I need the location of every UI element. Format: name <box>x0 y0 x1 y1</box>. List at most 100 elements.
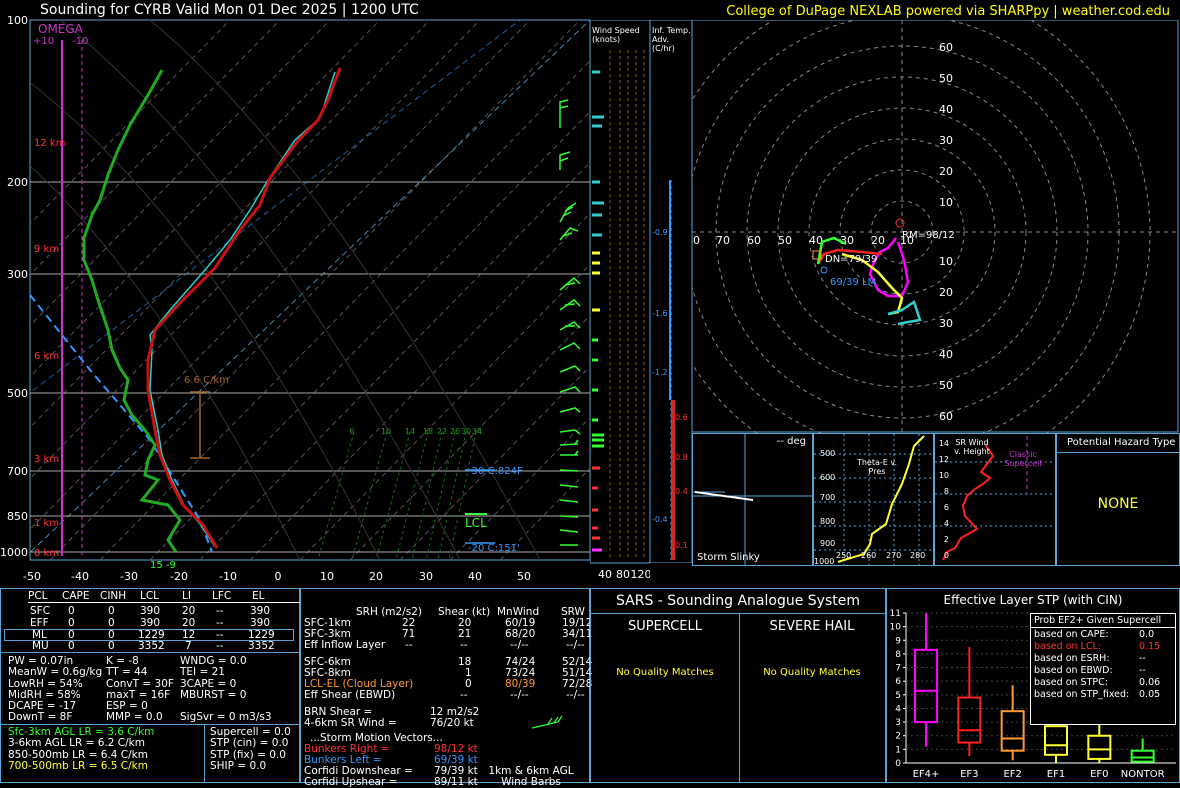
parcel-cell: 0 <box>108 605 115 617</box>
sr-wind-label: 4-6km SR Wind = <box>304 717 397 729</box>
kin-cell: --/-- <box>510 639 529 651</box>
mixing-ratio-label: 18 <box>423 427 433 436</box>
theta-y-tick: 600 <box>820 473 835 482</box>
sr-y-tick: 8 <box>944 487 949 496</box>
lapse-rate-item: 3-6km AGL LR = 6.2 C/km <box>8 737 145 750</box>
kin-cell: Eff Inflow Layer <box>304 639 386 651</box>
stp-category-label: NONTOR <box>1121 769 1165 780</box>
theta-e-label: Theta-E v. Pres <box>856 458 898 476</box>
stp-legend-value: 0.15 <box>1139 641 1161 652</box>
wind-speed-tick: 120 <box>631 568 651 581</box>
pressure-tick: 200 <box>7 176 28 189</box>
temp-tick: -40 <box>71 570 89 583</box>
stp-y-tick-label: 0 <box>895 759 901 769</box>
kin-cell: -- <box>460 689 468 701</box>
stp-box-body <box>1044 725 1068 756</box>
isobars <box>30 181 590 553</box>
theta-y-tick: 700 <box>820 493 835 502</box>
index-item: DownT = 8F <box>8 711 73 724</box>
sr-y-tick: 10 <box>939 471 949 480</box>
sr-y-tick: 12 <box>939 455 949 464</box>
parcel-cell: 20 <box>182 617 196 629</box>
parcel-header: LI <box>182 590 191 602</box>
stp-category-label: EF3 <box>960 769 978 780</box>
hodo-ring-label: 20 <box>871 234 885 247</box>
temp-tick: -30 <box>120 570 138 583</box>
temp-advection-panel: -0.9 -1.6 -1.2 0.6 0.8 0.4 -0.4 0.1 <box>650 20 692 563</box>
adv-label: 0.4 <box>675 487 688 496</box>
temp-tick: 40 <box>468 570 482 583</box>
parcel-cell: 0 <box>108 640 115 652</box>
height-label: 12 km <box>34 138 65 149</box>
composites: Supercell = 0.0 STP (cin) = 0.0 STP (fix… <box>210 726 291 772</box>
stp-legend-label: based on ESRH: <box>1034 653 1110 664</box>
hazard-value: NONE <box>1097 496 1139 512</box>
theta-x-tick: 270 <box>886 551 901 560</box>
index-item: TEI = 21 <box>180 666 225 679</box>
stp-box-body <box>1087 734 1112 760</box>
hodo-ring-label: 60 <box>939 41 953 54</box>
index-item: MMP = 0.0 <box>106 711 163 724</box>
parcel-header: CAPE <box>62 590 90 602</box>
parcel-cell: 3352 <box>138 640 165 652</box>
index-item: MeanW = 0.6g/kg <box>8 666 103 679</box>
parcel-cell: -- <box>216 605 224 617</box>
temp-tick: -50 <box>23 570 41 583</box>
stp-legend-label: based on LCL: <box>1034 641 1101 652</box>
theta-x-tick: 250 <box>836 551 851 560</box>
hodo-ring-label: 10 <box>939 255 953 268</box>
stp-category-label: EF4+ <box>913 769 940 780</box>
hodo-rm-label: RM=98/12 <box>902 230 955 241</box>
stp-y-tick-label: 4 <box>895 704 901 714</box>
hodo-ring-label: 20 <box>939 165 953 178</box>
height-label: 6 km <box>34 351 59 362</box>
index-item: TT = 44 <box>106 666 148 679</box>
temp-tick: 10 <box>320 570 334 583</box>
hodo-ring-label: 10 <box>939 196 953 209</box>
stp-category-label: EF1 <box>1047 769 1065 780</box>
mini-wind-barbs <box>531 715 563 729</box>
theta-y-tick: 1000 <box>814 557 834 566</box>
wind-speed-tick: 80 <box>616 568 630 581</box>
kin-cell: --/-- <box>510 689 529 701</box>
parcel-cell: 0 <box>68 605 75 617</box>
stp-legend-label: based on STPC: <box>1034 677 1108 688</box>
stp-y-tick-label: 3 <box>895 718 901 728</box>
height-label: 3 km <box>34 454 59 465</box>
parcel-cell: 3352 <box>248 640 275 652</box>
temp-tick: -20 <box>170 570 188 583</box>
indices-col1: PW = 0.07in MeanW = 0.6g/kg LowRH = 54% … <box>8 655 103 724</box>
sr-wind-label: SR Wind v. Height <box>954 438 990 456</box>
parcel-header: CINH <box>100 590 127 602</box>
stp-y-tick-label: 7 <box>895 664 901 674</box>
sars-supercell-title: SUPERCELL <box>628 619 702 634</box>
sars-hail-title: SEVERE HAIL <box>769 619 855 634</box>
hodo-ring-label: 50 <box>778 234 792 247</box>
theta-x-tick: 280 <box>910 551 925 560</box>
mixing-ratio-label: 10 <box>381 427 391 436</box>
parcel-cell: -- <box>216 617 224 629</box>
composite-item: STP (cin) = 0.0 <box>210 737 289 750</box>
temp-tick: -10 <box>219 570 237 583</box>
hodo-ring-label: 30 <box>840 234 854 247</box>
stp-y-tick-label: 5 <box>895 691 901 701</box>
kin-cell: --/-- <box>566 639 585 651</box>
pressure-tick: 500 <box>7 387 28 400</box>
parcel-cell: 0 <box>68 617 75 629</box>
sr-y-tick: 4 <box>944 519 949 528</box>
stp-legend-value: 0.05 <box>1139 689 1161 700</box>
mixing-ratio-label: 26 <box>450 427 460 436</box>
stp-box-ef4 <box>914 613 938 747</box>
pressure-tick: 700 <box>7 465 28 478</box>
omega-tick-pos: +10 <box>33 36 54 47</box>
dewpoint-trace <box>82 69 182 553</box>
stp-legend-label: based on EBWD: <box>1034 665 1113 676</box>
stp-y-tick-label: 8 <box>895 650 901 660</box>
adv-label: 0.8 <box>675 453 688 462</box>
minus30-label: -30 C:824F <box>468 466 523 477</box>
mixing-ratio-label: 14 <box>405 427 415 436</box>
stp-legend-label: based on CAPE: <box>1034 629 1109 640</box>
hodo-ring-label: 40 <box>939 348 953 361</box>
sr-wind-value: 76/20 kt <box>430 717 474 729</box>
sars-supercell-result: No Quality Matches <box>616 667 714 678</box>
